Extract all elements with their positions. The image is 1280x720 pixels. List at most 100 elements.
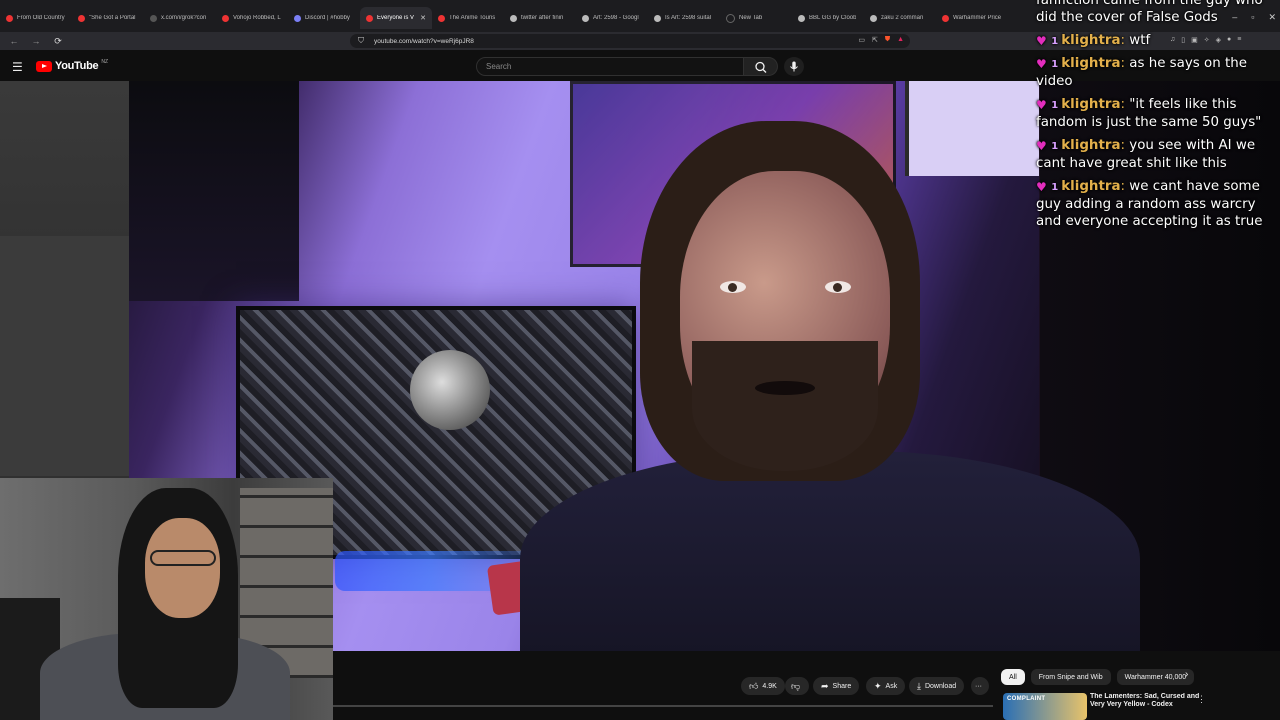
heart-badge-icon: ♥ bbox=[1036, 98, 1047, 112]
address-bar-icons: ▭ ⇱ ⛊ ▲ bbox=[858, 36, 904, 44]
video-frame-left bbox=[0, 81, 129, 478]
more-horizontal-icon: ··· bbox=[975, 682, 982, 690]
chat-message: ♥ 1 klightra: wtf bbox=[1036, 32, 1276, 50]
recommended-video-title[interactable]: The Lamenters: Sad, Cursed and Very Very… bbox=[1090, 693, 1200, 709]
chevron-right-icon[interactable]: › bbox=[1185, 669, 1188, 680]
browser-tab-active[interactable]: Everyone is V ✕ bbox=[360, 7, 432, 29]
progress-track[interactable] bbox=[333, 705, 993, 707]
streamer-webcam bbox=[0, 478, 333, 720]
google-favicon-icon bbox=[870, 14, 877, 22]
heart-badge-icon: ♥ bbox=[1036, 139, 1047, 153]
thumbs-down-icon: 👎︎ bbox=[791, 680, 801, 691]
wall-panel bbox=[0, 236, 129, 476]
dislike-button[interactable]: 👎︎ bbox=[785, 677, 809, 695]
download-label: Download bbox=[924, 682, 957, 690]
browser-tab[interactable]: Vohojo Robbed, L bbox=[216, 7, 288, 29]
youtube-favicon-icon bbox=[438, 14, 445, 22]
chat-username: klightra bbox=[1061, 97, 1121, 112]
chat-separator: : bbox=[1120, 97, 1130, 112]
chat-message: ♥ 1 klightra: we cant have some guy addin… bbox=[1036, 178, 1276, 230]
chat-separator: : bbox=[1120, 138, 1130, 153]
youtube-favicon-icon bbox=[78, 14, 85, 22]
like-button[interactable]: 👍︎ 4.9K bbox=[741, 677, 785, 695]
youtube-wordmark: YouTube bbox=[55, 60, 99, 72]
acoustic-foam bbox=[129, 81, 299, 301]
browser-tab[interactable]: Warhammer Price bbox=[936, 7, 1008, 29]
more-vertical-icon[interactable]: ⋮ bbox=[1197, 694, 1206, 705]
stream-chat-overlay: fanfiction came from the guy who did the… bbox=[1036, 0, 1280, 235]
new-tab-favicon-icon bbox=[726, 13, 735, 23]
region-code: NZ bbox=[101, 59, 108, 65]
youtube-logo[interactable]: YouTube NZ bbox=[36, 59, 108, 72]
browser-tab[interactable]: Art: 2598 - Googl bbox=[576, 7, 648, 29]
forward-icon[interactable]: → bbox=[28, 36, 44, 46]
youtube-favicon-icon bbox=[6, 14, 13, 22]
ask-button[interactable]: ✦ Ask bbox=[866, 677, 906, 695]
chat-text: wtf bbox=[1129, 33, 1151, 48]
cast-icon[interactable]: ▭ bbox=[858, 36, 865, 44]
reload-icon[interactable]: ⟳ bbox=[50, 36, 66, 47]
back-icon[interactable]: ← bbox=[6, 36, 22, 46]
more-actions-button[interactable]: ··· bbox=[971, 677, 989, 695]
thumbs-up-icon: 👍︎ bbox=[749, 680, 759, 691]
browser-tab[interactable]: zaku 2 comman bbox=[864, 7, 936, 29]
chat-message-continued: fanfiction came from the guy who did the… bbox=[1036, 0, 1263, 25]
streamer-face bbox=[145, 518, 220, 618]
google-favicon-icon bbox=[582, 14, 589, 22]
browser-tab[interactable]: Is Art: 2598 suital bbox=[648, 7, 720, 29]
google-favicon-icon bbox=[654, 14, 661, 22]
share-label: Share bbox=[832, 682, 852, 690]
sub-badge: 1 bbox=[1051, 36, 1059, 47]
bookmark-icon[interactable]: ⛉ bbox=[358, 36, 364, 46]
search-button[interactable] bbox=[744, 57, 778, 76]
chat-message: ♥ 1 klightra: you see with AI we cant hav… bbox=[1036, 137, 1276, 172]
sub-badge: 1 bbox=[1051, 141, 1059, 152]
browser-tab[interactable]: New Tab bbox=[720, 7, 792, 29]
presenter-body bbox=[520, 451, 1140, 651]
download-button[interactable]: ⤓ Download bbox=[909, 677, 965, 695]
browser-tab[interactable]: x.com/i/grok?con bbox=[144, 7, 216, 29]
artwork-sphere bbox=[410, 350, 490, 430]
url-text[interactable]: youtube.com/watch?v=weRj6pJR8 bbox=[374, 38, 474, 45]
presenter-mouth bbox=[755, 381, 815, 395]
hamburger-menu-icon[interactable]: ☰ bbox=[12, 60, 23, 74]
heart-badge-icon: ♥ bbox=[1036, 57, 1047, 71]
browser-tab[interactable]: twitter after finin bbox=[504, 7, 576, 29]
heart-badge-icon: ♥ bbox=[1036, 180, 1047, 194]
chat-username: klightra bbox=[1061, 56, 1121, 71]
sub-badge: 1 bbox=[1051, 59, 1059, 70]
chip-all[interactable]: All bbox=[1001, 669, 1025, 685]
chat-separator: : bbox=[1120, 179, 1130, 194]
browser-tab[interactable]: From Old Country bbox=[0, 7, 72, 29]
chat-message: ♥ 1 klightra: "it feels like this fandom … bbox=[1036, 96, 1276, 131]
browser-tab[interactable]: "She Got a Portal bbox=[72, 7, 144, 29]
youtube-favicon-icon bbox=[366, 14, 373, 22]
chat-username: klightra bbox=[1061, 179, 1121, 194]
browser-tab[interactable]: The Anime Touris bbox=[432, 7, 504, 29]
browser-tab[interactable]: BBL GG by Cloob bbox=[792, 7, 864, 29]
download-icon: ⤓ bbox=[917, 680, 921, 691]
brave-rewards-icon[interactable]: ▲ bbox=[897, 36, 904, 44]
chip-from-channel[interactable]: From Snipe and Wib bbox=[1030, 669, 1111, 685]
share-arrow-icon: ➦ bbox=[821, 680, 829, 691]
address-bar[interactable]: ⛉ youtube.com/watch?v=weRj6pJR8 ▭ ⇱ ⛊ ▲ bbox=[350, 34, 910, 48]
youtube-play-icon bbox=[36, 60, 52, 72]
sub-badge: 1 bbox=[1051, 100, 1059, 111]
heart-badge-icon: ♥ bbox=[1036, 34, 1047, 48]
x-favicon-icon bbox=[150, 14, 157, 22]
tab-close-icon[interactable]: ✕ bbox=[420, 14, 426, 22]
presenter-eye bbox=[720, 281, 746, 293]
sub-badge: 1 bbox=[1051, 182, 1059, 193]
search-input[interactable]: Search bbox=[476, 57, 744, 76]
video-presenter bbox=[520, 111, 1140, 651]
browser-tab[interactable]: Discord | #hobby bbox=[288, 7, 360, 29]
streamer-glasses bbox=[150, 550, 216, 566]
youtube-favicon-icon bbox=[942, 14, 949, 22]
chat-separator: : bbox=[1120, 33, 1130, 48]
voice-search-button[interactable] bbox=[784, 57, 804, 76]
brave-shield-icon[interactable]: ⛊ bbox=[885, 36, 890, 44]
chip-warhammer[interactable]: Warhammer 40,000 bbox=[1116, 669, 1195, 685]
share-button[interactable]: ➦ Share bbox=[813, 677, 860, 695]
google-favicon-icon bbox=[510, 14, 517, 22]
share-page-icon[interactable]: ⇱ bbox=[872, 36, 878, 44]
